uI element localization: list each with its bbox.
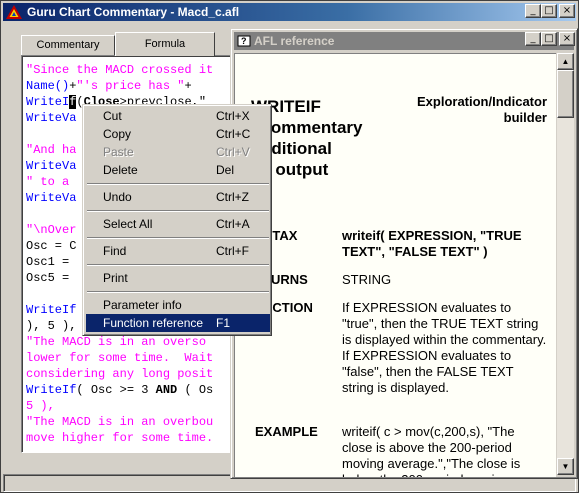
returns-value: STRING [342,272,392,287]
scroll-thumb[interactable] [557,70,574,118]
code-token: "'s price has " [76,79,185,93]
menu-item-label: Undo [103,190,132,204]
menu-item-copy[interactable]: Copy Ctrl+C [86,125,270,143]
menu-item-undo[interactable]: Undo Ctrl+Z [86,188,270,206]
menu-item-shortcut: Del [216,163,235,177]
menu-item-label: Delete [103,163,138,177]
menu-item-delete[interactable]: Delete Del [86,161,270,179]
menu-item-print[interactable]: Print [86,269,270,287]
menu-item-label: Parameter info [103,298,182,312]
code-line: 5 ), [26,398,213,414]
code-token: "The MACD is in an overbou [26,415,214,429]
code-token: considering any long posit [26,367,214,381]
code-token: ( Os [177,383,214,397]
menu-item-shortcut: F1 [216,316,231,330]
editor-context-menu: Cut Ctrl+X Copy Ctrl+C Paste Ctrl+V Delete D… [82,104,272,336]
code-token: Osc1 = [26,255,77,269]
function-value: If EXPRESSION evaluates to "true", then … [342,300,547,395]
code-token: WriteVa [26,111,77,125]
scroll-up-arrow-icon[interactable]: ▲ [557,53,574,70]
code-line: "The MACD is in an overso [26,334,213,350]
menu-item-shortcut: Ctrl+A [216,217,250,231]
afl-title-bar[interactable]: ? AFL reference [234,32,574,50]
menu-separator [87,291,269,293]
main-close-button[interactable]: × [559,4,575,18]
tab-commentary[interactable]: Commentary [21,35,115,55]
afl-reference-content: WRITEIF - commentary nditional t output … [234,53,556,477]
example-value: writeif( c > mov(c,200,s), "The close is… [342,424,521,477]
menu-item-shortcut: Ctrl+F [216,244,249,258]
menu-separator [87,264,269,266]
code-token: Osc5 = [26,271,77,285]
menu-item-label: Function reference [103,316,204,330]
afl-vertical-scrollbar[interactable]: ▲ ▼ [557,53,574,475]
code-token: WriteIf [26,383,77,397]
afl-heading-line-4: t output [265,160,329,179]
code-line: lower for some time. Wait [26,350,213,366]
menu-item-shortcut: Ctrl+Z [216,190,249,204]
code-token: " to a [26,175,70,189]
code-line: "The MACD is in an overbou [26,414,213,430]
code-line: considering any long posit [26,366,213,382]
afl-category: Exploration/Indicator builder [416,94,547,125]
code-token: "Since the MACD crossed it [26,63,214,77]
menu-item-shortcut: Ctrl+C [216,127,251,141]
menu-separator [87,183,269,185]
menu-item-label: Print [103,271,128,285]
afl-window-title: AFL reference [254,34,335,48]
menu-item-find[interactable]: Find Ctrl+F [86,242,270,260]
menu-separator [87,237,269,239]
main-maximize-button[interactable]: □ [541,4,557,18]
code-token: WriteVa [26,159,77,173]
main-title-bar[interactable]: Guru Chart Commentary - Macd_c.afl [3,3,576,21]
example-label: EXAMPLE [255,424,318,439]
code-token: lower for some time. Wait [26,351,214,365]
code-token: Osc = C [26,239,77,253]
menu-item-function-reference[interactable]: Function reference F1 [86,314,270,332]
menu-item-label: Cut [103,109,122,123]
afl-maximize-button[interactable]: □ [541,32,557,46]
menu-item-label: Find [103,244,127,258]
menu-item-label: Copy [103,127,132,141]
help-book-icon: ? [237,35,251,47]
app-logo-icon [6,5,22,19]
code-token: 5 ), [26,399,55,413]
code-token: Name() [26,79,70,93]
menu-item-label: Select All [103,217,153,231]
main-window-title: Guru Chart Commentary - Macd_c.afl [27,5,240,19]
main-minimize-button[interactable]: _ [525,4,541,18]
code-token: move higher for some time. [26,431,214,445]
code-token: "And ha [26,143,77,157]
menu-item-label: Paste [103,145,134,159]
code-token: ), 5 ), [26,319,77,333]
menu-item-cut[interactable]: Cut Ctrl+X [86,107,270,125]
afl-reference-window: ? AFL reference _ □ × WRITEIF - commenta… [230,28,578,479]
code-token: "The MACD is in an overso [26,335,207,349]
tab-formula[interactable]: Formula [115,32,215,56]
menu-separator [87,210,269,212]
code-token: ( Osc >= 3 [76,383,156,397]
code-line: WriteIf( Osc >= 3 AND ( Os [26,382,213,398]
menu-item-shortcut: Ctrl+X [216,109,250,123]
menu-item-shortcut: Ctrl+V [216,145,250,159]
code-token: AND [155,383,178,397]
code-token: WriteIf [26,303,77,317]
afl-minimize-button[interactable]: _ [525,32,541,46]
menu-item-paste[interactable]: Paste Ctrl+V [86,143,270,161]
code-line: move higher for some time. [26,430,213,446]
code-line: Name()+"'s price has "+ [26,78,213,94]
code-token: WriteVa [26,191,77,205]
menu-item-parameter-info[interactable]: Parameter info [86,296,270,314]
code-token: WriteI [26,95,70,109]
svg-text:?: ? [241,36,247,46]
code-token: "\nOver [26,223,77,237]
code-token: + [184,79,192,93]
code-line: "Since the MACD crossed it [26,62,213,78]
menu-item-select-all[interactable]: Select All Ctrl+A [86,215,270,233]
afl-close-button[interactable]: × [559,32,575,46]
scroll-down-arrow-icon[interactable]: ▼ [557,458,574,475]
syntax-value: writeif( EXPRESSION, "TRUE TEXT", "FALSE… [342,228,522,259]
